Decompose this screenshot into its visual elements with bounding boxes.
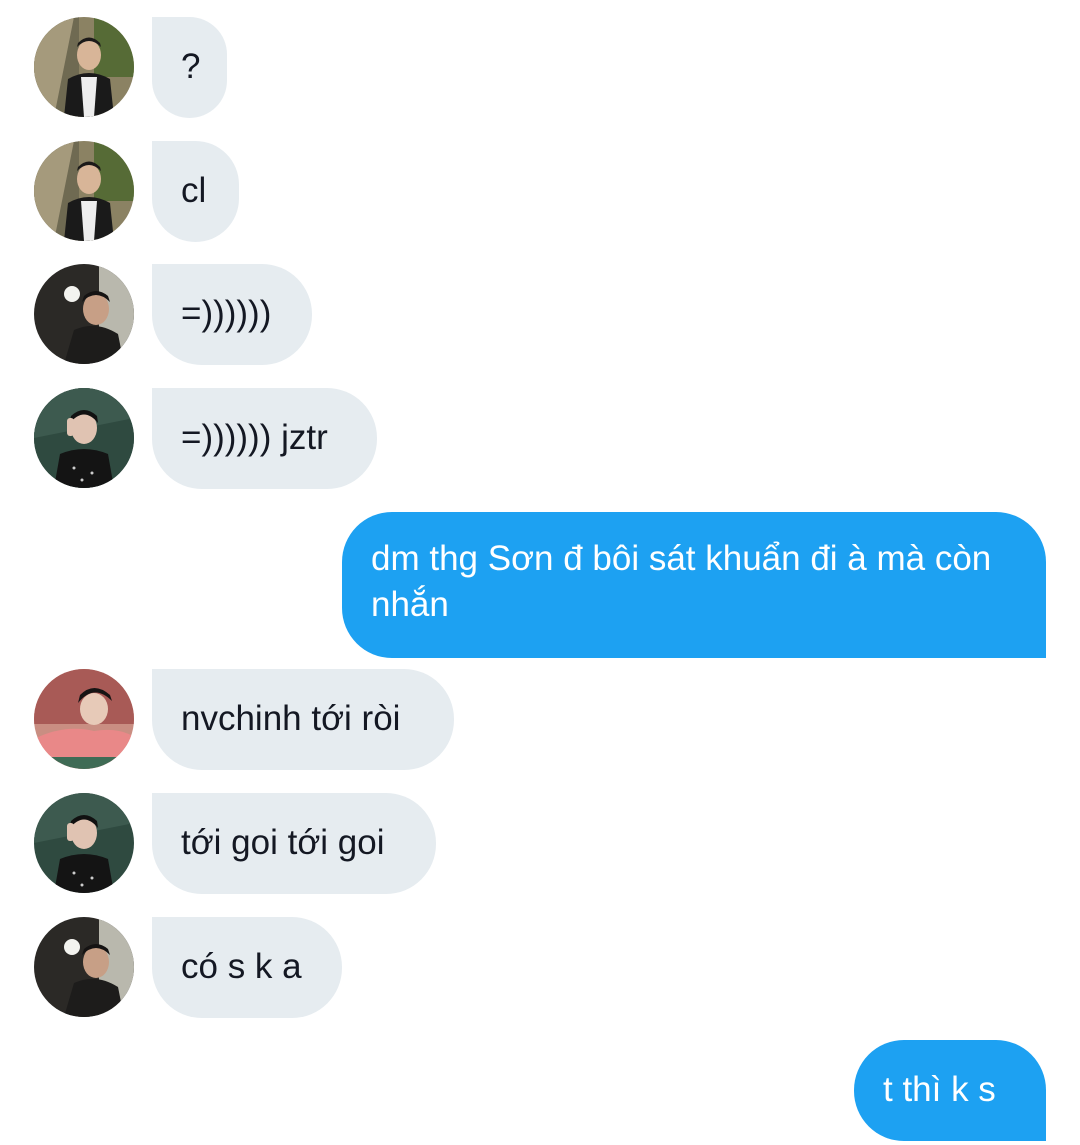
avatar-photo-man-dark-flower (34, 264, 134, 364)
sender-avatar[interactable] (34, 17, 134, 117)
message-text: nvchinh tới ròi (181, 699, 401, 738)
message-text: t thì k s (883, 1070, 996, 1109)
message-text: tới goi tới goi (181, 823, 385, 862)
message-text: cl (181, 171, 207, 210)
incoming-message-bubble[interactable]: =)))))) (152, 264, 312, 365)
incoming-message-bubble[interactable]: tới goi tới goi (152, 793, 436, 894)
sender-avatar[interactable] (34, 264, 134, 364)
incoming-message-bubble[interactable]: có s k a (152, 917, 342, 1018)
outgoing-message-bubble[interactable]: dm thg Sơn đ bôi sát khuẩn đi à mà còn n… (342, 512, 1046, 658)
incoming-message-bubble[interactable]: cl (152, 141, 239, 242)
incoming-message-bubble[interactable]: nvchinh tới ròi (152, 669, 454, 770)
sender-avatar[interactable] (34, 669, 134, 769)
message-text: =)))))) jztr (181, 418, 328, 457)
sender-avatar[interactable] (34, 141, 134, 241)
message-text: ? (181, 47, 201, 86)
message-text: dm thg Sơn đ bôi sát khuẩn đi à mà còn n… (371, 539, 992, 624)
avatar-photo-man-black-jacket-outdoor (34, 141, 134, 241)
avatar-photo-man-green-backdrop (34, 388, 134, 488)
outgoing-message-bubble[interactable]: t thì k s (854, 1040, 1046, 1141)
avatar-photo-man-pink-sweater (34, 669, 134, 769)
avatar-photo-man-black-jacket-outdoor (34, 17, 134, 117)
sender-avatar[interactable] (34, 388, 134, 488)
avatar-photo-man-dark-flower (34, 917, 134, 1017)
sender-avatar[interactable] (34, 917, 134, 1017)
incoming-message-bubble[interactable]: =)))))) jztr (152, 388, 377, 489)
message-thread: ? cl =)))))) =)))))) jztr dm thg Sơn đ b… (0, 0, 1080, 1145)
incoming-message-bubble[interactable]: ? (152, 17, 227, 118)
avatar-photo-man-green-backdrop (34, 793, 134, 893)
sender-avatar[interactable] (34, 793, 134, 893)
message-text: có s k a (181, 947, 302, 986)
message-text: =)))))) (181, 294, 272, 333)
